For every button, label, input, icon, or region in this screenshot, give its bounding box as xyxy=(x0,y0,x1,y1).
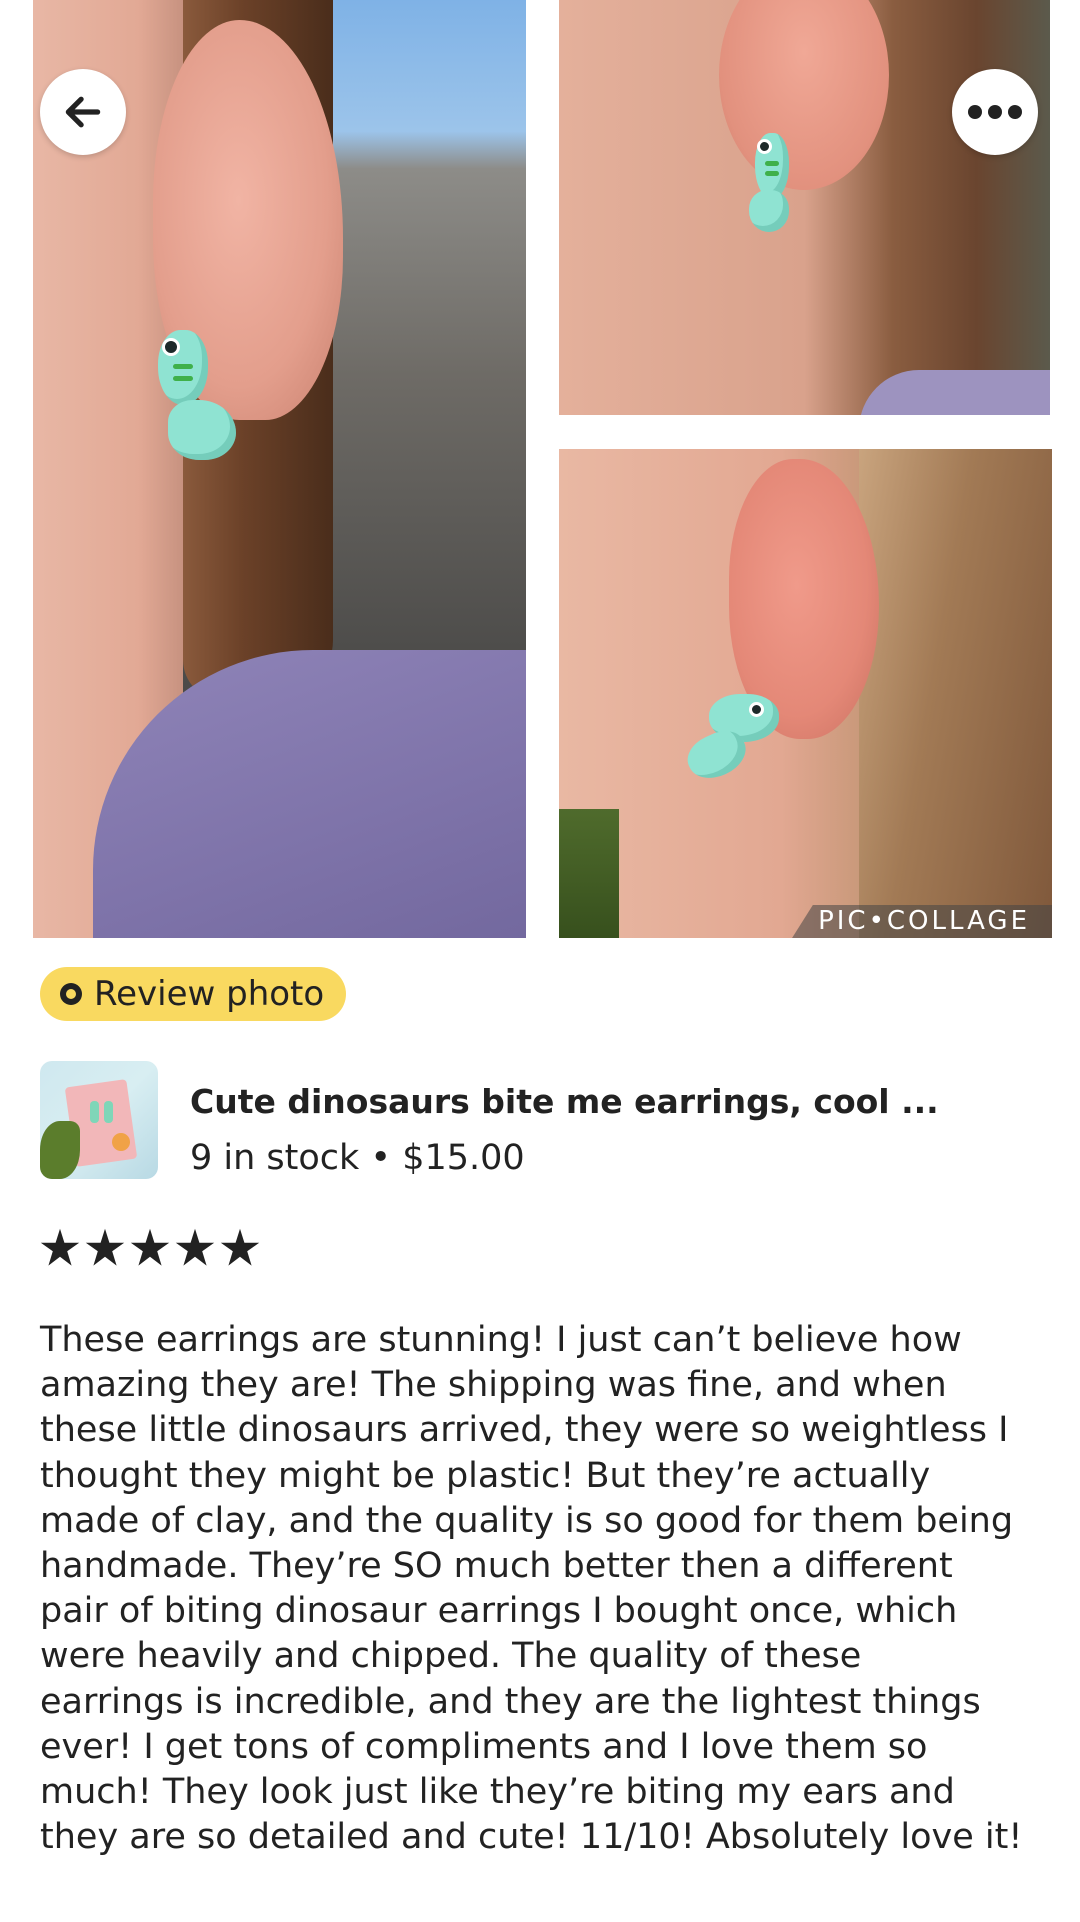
review-line: handmade. They’re SO much better then a … xyxy=(40,1546,953,1587)
star-icon xyxy=(40,1228,80,1266)
review-line: amazing they are! The shipping was fine,… xyxy=(40,1365,947,1406)
shirt xyxy=(859,370,1050,415)
star-icon xyxy=(220,1228,260,1266)
product-title[interactable]: Cute dinosaurs bite me earrings, cool ..… xyxy=(190,1082,939,1121)
product-thumbnail[interactable] xyxy=(40,1061,158,1179)
review-photo-bottom-right[interactable] xyxy=(559,449,1052,938)
review-line: made of clay, and the quality is so good… xyxy=(40,1500,1014,1541)
star-icon xyxy=(175,1228,215,1266)
review-line: These earrings are stunning! I just can’… xyxy=(40,1320,962,1360)
review-line: earrings is incredible, and they are the… xyxy=(40,1681,981,1722)
review-photo-top-right[interactable] xyxy=(559,0,1050,415)
arrow-left-icon xyxy=(65,96,101,128)
collage-watermark: PIC•COLLAGE xyxy=(792,905,1052,938)
dinosaur-earring xyxy=(158,330,208,405)
star-icon xyxy=(85,1228,125,1266)
review-photo-icon xyxy=(60,983,82,1005)
more-horizontal-icon xyxy=(968,105,1022,119)
star-icon xyxy=(130,1228,170,1266)
ear xyxy=(719,0,889,190)
back-button[interactable] xyxy=(40,69,126,155)
review-line: much! They look just like they’re biting… xyxy=(40,1772,955,1813)
review-line: were heavily and chipped. The quality of… xyxy=(40,1636,862,1677)
review-line: pair of biting dinosaur earrings I bough… xyxy=(40,1591,958,1632)
star-rating xyxy=(40,1228,260,1268)
review-photo-badge: Review photo xyxy=(40,967,347,1021)
hair xyxy=(859,449,1052,938)
review-line: ever! I get tons of compliments and I lo… xyxy=(40,1726,928,1767)
review-line: these little dinosaurs arrived, they wer… xyxy=(40,1410,1009,1451)
review-line: they are so detailed and cute! 11/10! Ab… xyxy=(40,1817,1023,1858)
product-stock-price: 9 in stock • $15.00 xyxy=(190,1138,525,1178)
review-photo-label: Review photo xyxy=(94,974,325,1014)
more-options-button[interactable] xyxy=(952,69,1038,155)
dinosaur-earring-tail xyxy=(749,190,789,232)
review-line: thought they might be plastic! But they’… xyxy=(40,1455,931,1496)
review-text: These earrings are stunning! I just can’… xyxy=(40,1318,1050,1860)
background-grass xyxy=(559,809,619,938)
